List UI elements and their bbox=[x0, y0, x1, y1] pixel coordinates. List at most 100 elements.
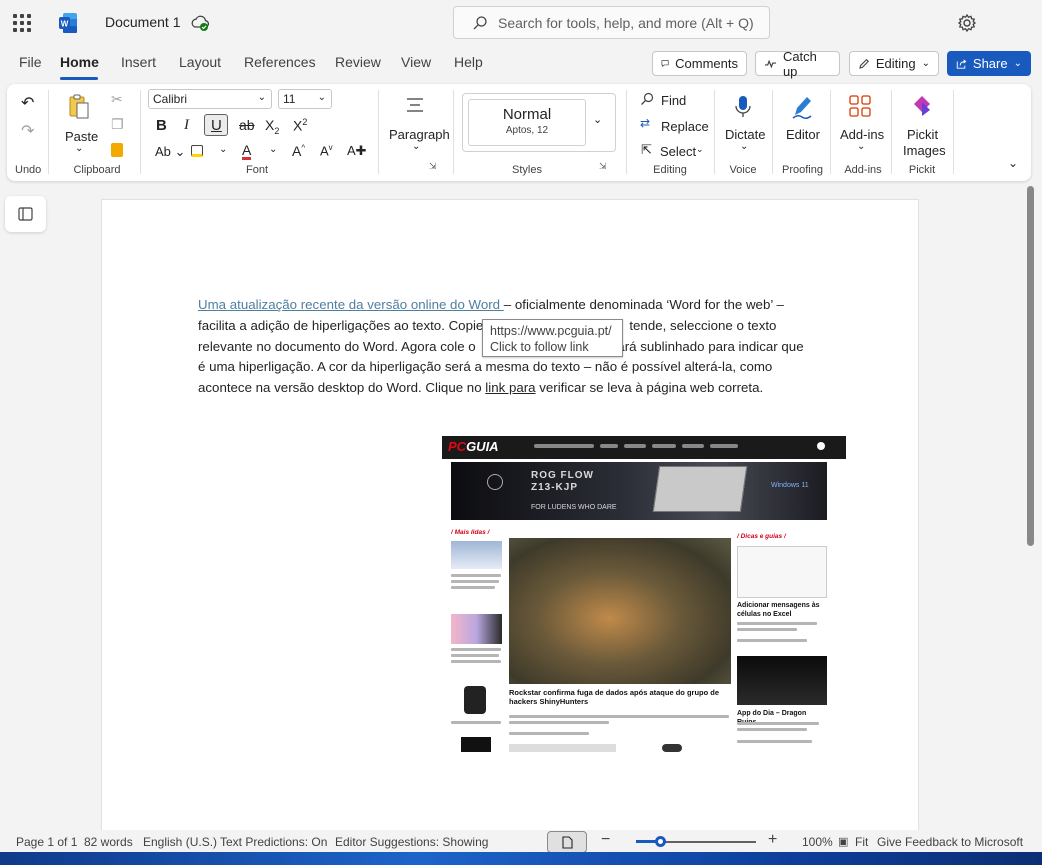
tab-view[interactable]: View bbox=[401, 54, 431, 70]
chevron-down-icon[interactable]: ⌄ bbox=[412, 142, 420, 152]
microphone-icon[interactable] bbox=[734, 95, 752, 119]
embedded-website-image[interactable]: PCGUIA ROG FLOW Z13-KJP FOR LUDENS WHO D… bbox=[442, 436, 846, 752]
dictate-label[interactable]: Dictate bbox=[725, 127, 765, 142]
grow-font-icon[interactable]: A^ bbox=[292, 144, 305, 158]
app-launcher-icon[interactable] bbox=[13, 14, 31, 32]
chevron-down-icon[interactable]: ⌄ bbox=[593, 113, 602, 126]
chevron-down-icon[interactable]: ⌄ bbox=[219, 145, 227, 155]
fit-icon[interactable]: ▣ bbox=[838, 835, 848, 848]
article-meta bbox=[737, 740, 812, 743]
tab-references[interactable]: References bbox=[244, 54, 316, 70]
cloud-saved-icon[interactable] bbox=[191, 14, 209, 32]
select-label[interactable]: Select bbox=[660, 144, 696, 159]
add-ins-label[interactable]: Add-ins bbox=[840, 127, 884, 142]
navigation-pane-button[interactable] bbox=[5, 196, 46, 232]
separator bbox=[714, 90, 715, 174]
document-title[interactable]: Document 1 bbox=[105, 14, 180, 30]
zoom-level[interactable]: 100% bbox=[802, 835, 833, 849]
pickit-icon[interactable] bbox=[911, 94, 933, 118]
hyperlink-tooltip[interactable]: https://www.pcguia.pt/ Click to follow l… bbox=[482, 319, 623, 357]
editor-label[interactable]: Editor bbox=[786, 127, 820, 142]
word-count[interactable]: 82 words bbox=[84, 835, 133, 849]
subscript-icon[interactable]: X2 bbox=[265, 118, 279, 136]
find-label[interactable]: Find bbox=[661, 93, 686, 108]
add-ins-icon[interactable] bbox=[849, 95, 871, 117]
change-case-icon[interactable]: Ab ⌄ bbox=[155, 145, 185, 158]
hyperlink-text[interactable]: Uma atualização recente da versão online… bbox=[198, 297, 504, 312]
pickit-label-line1[interactable]: Pickit bbox=[907, 127, 938, 142]
font-name-value: Calibri bbox=[153, 92, 188, 106]
section-most-read: / Mais lidas / bbox=[451, 529, 490, 536]
vertical-scrollbar[interactable] bbox=[1027, 186, 1034, 546]
zoom-out-icon[interactable]: − bbox=[601, 831, 610, 849]
style-normal[interactable]: Normal Aptos, 12 bbox=[468, 99, 586, 146]
tab-home[interactable]: Home bbox=[60, 54, 99, 70]
nav-text bbox=[682, 444, 704, 448]
fit-button[interactable]: Fit bbox=[855, 835, 868, 849]
tooltip-url[interactable]: https://www.pcguia.pt/ bbox=[490, 323, 615, 339]
editing-mode-button[interactable]: Editing ⌄ bbox=[849, 51, 939, 76]
language-indicator[interactable]: English (U.S.) bbox=[143, 835, 217, 849]
format-painter-icon[interactable] bbox=[111, 143, 123, 157]
tab-file[interactable]: File bbox=[19, 54, 42, 70]
find-icon[interactable] bbox=[640, 92, 654, 106]
print-layout-view-button[interactable] bbox=[547, 831, 587, 853]
chevron-down-icon[interactable]: ⌄ bbox=[696, 145, 704, 154]
feedback-link[interactable]: Give Feedback to Microsoft bbox=[877, 835, 1023, 849]
font-size-dropdown[interactable]: 11 ⌄ bbox=[278, 89, 332, 109]
document-page[interactable]: Uma atualização recente da versão online… bbox=[101, 199, 919, 839]
copy-icon[interactable]: ❐ bbox=[111, 117, 124, 131]
strikethrough-icon[interactable]: ab bbox=[239, 118, 255, 132]
paste-icon[interactable] bbox=[68, 94, 90, 120]
dialog-launcher-icon[interactable]: ⇲ bbox=[599, 162, 607, 171]
font-name-dropdown[interactable]: Calibri ⌄ bbox=[148, 89, 272, 109]
text-predictions-status[interactable]: Text Predictions: On bbox=[220, 835, 327, 849]
zoom-slider-thumb[interactable] bbox=[655, 836, 666, 847]
ribbon-expand-chevron-icon[interactable]: ⌄ bbox=[1008, 157, 1018, 169]
styles-gallery[interactable]: Normal Aptos, 12 ⌄ bbox=[462, 93, 616, 152]
underline-button[interactable]: U bbox=[204, 114, 228, 136]
chevron-down-icon[interactable]: ⌄ bbox=[75, 144, 83, 154]
undo-icon[interactable]: ↶ bbox=[21, 96, 34, 112]
replace-label[interactable]: Replace bbox=[661, 119, 709, 134]
paragraph-icon[interactable] bbox=[405, 96, 425, 114]
superscript-icon[interactable]: X2 bbox=[293, 118, 307, 133]
tab-layout[interactable]: Layout bbox=[179, 54, 221, 70]
editing-label: Editing bbox=[875, 56, 916, 71]
pickit-label-line2[interactable]: Images bbox=[903, 143, 946, 158]
editor-pen-icon[interactable] bbox=[790, 94, 814, 120]
tab-insert[interactable]: Insert bbox=[121, 54, 156, 70]
select-cursor-icon[interactable]: ⇱ bbox=[641, 143, 652, 156]
chevron-down-icon[interactable]: ⌄ bbox=[740, 142, 748, 152]
link-para-text[interactable]: link para bbox=[485, 380, 535, 395]
font-color-icon[interactable]: A bbox=[242, 143, 252, 160]
search-box[interactable] bbox=[453, 6, 770, 39]
chevron-down-icon[interactable]: ⌄ bbox=[857, 142, 865, 152]
bold-icon[interactable]: B bbox=[156, 118, 167, 133]
replace-icon[interactable]: ⇄ bbox=[640, 117, 650, 129]
share-button[interactable]: Share ⌄ bbox=[947, 51, 1031, 76]
paragraph-label[interactable]: Paragraph bbox=[389, 127, 450, 142]
chevron-down-icon[interactable]: ⌄ bbox=[269, 145, 277, 155]
editor-suggestions-status[interactable]: Editor Suggestions: Showing bbox=[335, 835, 488, 849]
tab-review[interactable]: Review bbox=[335, 54, 381, 70]
page-count[interactable]: Page 1 of 1 bbox=[16, 835, 77, 849]
title-bar: W Document 1 bbox=[0, 0, 1042, 46]
catch-up-button[interactable]: Catch up bbox=[755, 49, 840, 79]
clear-formatting-icon[interactable]: A✚ bbox=[347, 144, 367, 157]
comments-button[interactable]: Comments bbox=[652, 51, 747, 76]
cut-icon[interactable]: ✂ bbox=[111, 92, 123, 106]
settings-gear-icon[interactable] bbox=[957, 13, 977, 33]
undo-group-label: Undo bbox=[15, 164, 42, 176]
shrink-font-icon[interactable]: Av bbox=[320, 144, 333, 158]
search-input[interactable] bbox=[498, 13, 763, 33]
tab-help[interactable]: Help bbox=[454, 54, 483, 70]
zoom-in-icon[interactable]: + bbox=[768, 831, 777, 849]
dialog-launcher-icon[interactable]: ⇲ bbox=[429, 162, 437, 171]
highlight-color-icon[interactable] bbox=[191, 145, 203, 157]
paste-label[interactable]: Paste bbox=[65, 129, 98, 144]
redo-icon[interactable]: ↷ bbox=[21, 124, 34, 140]
status-bar: Page 1 of 1 82 words English (U.S.) Text… bbox=[0, 830, 1042, 853]
italic-icon[interactable]: I bbox=[184, 118, 189, 133]
thumbnail bbox=[451, 541, 502, 569]
